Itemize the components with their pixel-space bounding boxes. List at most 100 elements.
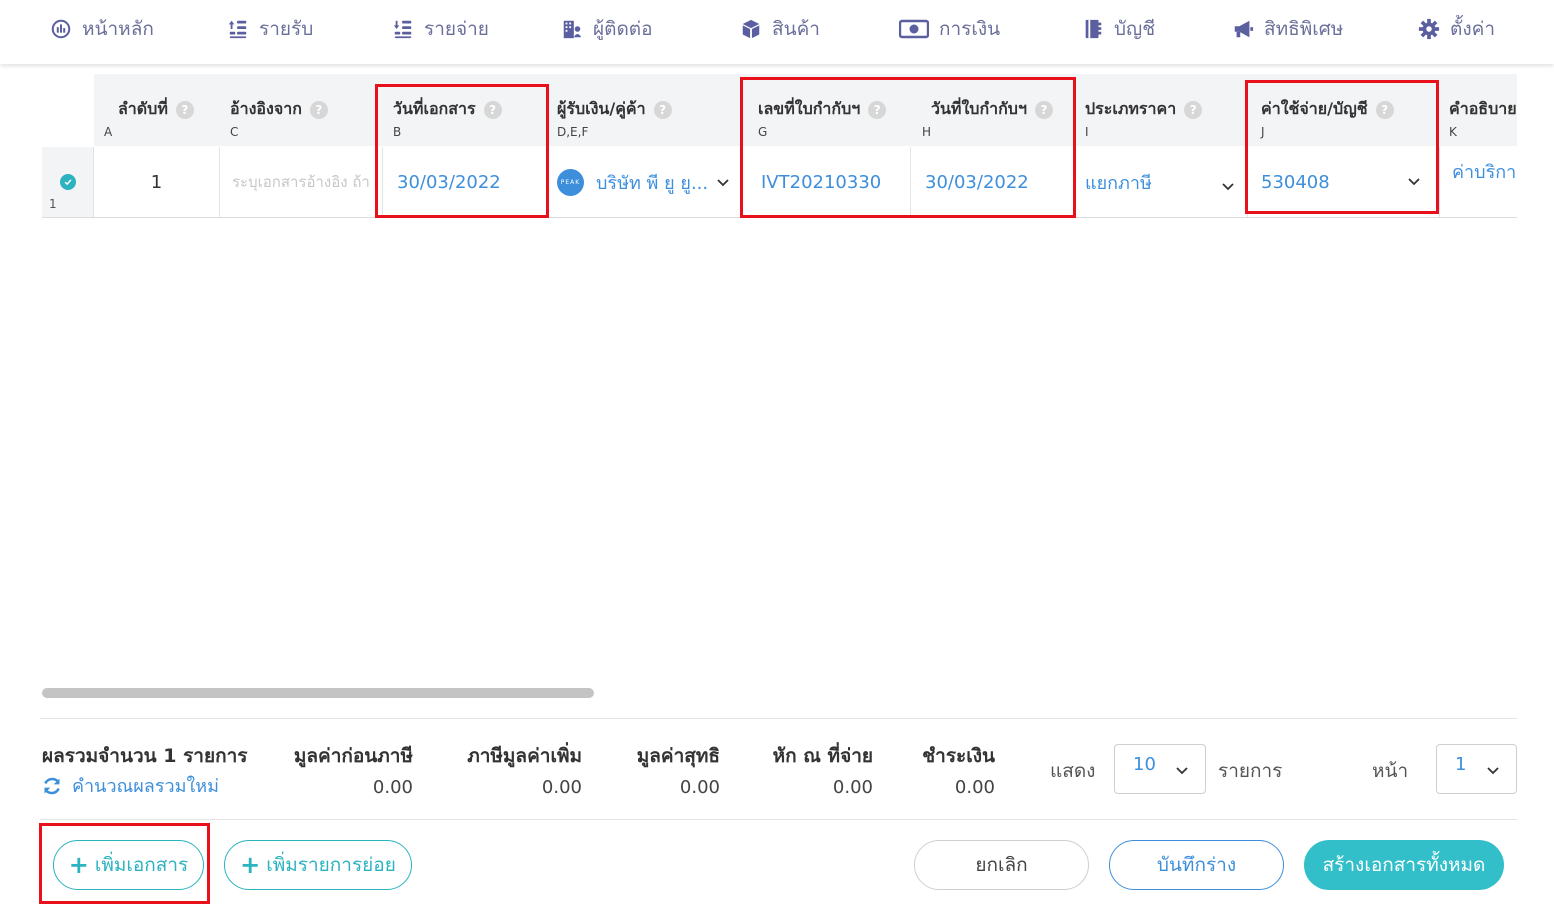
highlight-doc-date [375, 84, 549, 218]
add-document-label: เพิ่มเอกสาร [94, 854, 189, 876]
nav-item-contacts[interactable]: ผู้ติดต่อ [561, 14, 653, 44]
summary-before-tax: มูลค่าก่อนภาษี 0.00 [280, 741, 413, 798]
peak-logo: PEAK [557, 168, 584, 196]
page-select[interactable]: 1 [1436, 744, 1517, 794]
col-letter: I [1085, 125, 1089, 139]
help-icon[interactable]: ? [653, 100, 672, 119]
summary-title: ผลรวมจำนวน 1 รายการ [42, 745, 248, 767]
add-document-button[interactable]: + เพิ่มเอกสาร [53, 840, 204, 890]
row-number: 1 [49, 197, 57, 211]
summary-col-title: หัก ณ ที่จ่าย [772, 745, 873, 767]
summary-col-value: 0.00 [372, 777, 413, 798]
plus-icon: + [240, 851, 261, 879]
summary-col-value: 0.00 [679, 777, 720, 798]
create-all-documents-button[interactable]: สร้างเอกสารทั้งหมด [1304, 840, 1504, 890]
highlight-account [1245, 80, 1439, 214]
summary-vat: ภาษีมูลค่าเพิ่ม 0.00 [448, 741, 582, 798]
help-icon[interactable]: ? [309, 100, 328, 119]
check-circle-icon [60, 174, 76, 190]
expense-icon [392, 18, 414, 40]
nav-label: หน้าหลัก [82, 18, 154, 40]
col-header-payee: ผู้รับเงิน/คู่ค้า? [557, 97, 672, 122]
col-header-description: คำอธิบาย [1449, 99, 1517, 118]
chevron-down-icon [1487, 767, 1499, 775]
recalculate-link[interactable]: คำนวณผลรวมใหม่ [42, 771, 219, 800]
cancel-button[interactable]: ยกเลิก [914, 840, 1089, 890]
summary-col-title: ชำระเงิน [922, 745, 995, 767]
gear-icon [1418, 18, 1440, 40]
help-icon[interactable]: ? [1184, 100, 1203, 119]
plus-icon: + [68, 851, 89, 879]
nav-item-home[interactable]: หน้าหลัก [50, 14, 154, 44]
page-size-select[interactable]: 10 [1114, 744, 1206, 794]
refresh-icon [44, 777, 60, 794]
col-letter: D,E,F [557, 125, 589, 139]
show-label: แสดง [1050, 760, 1096, 782]
nav-item-finance[interactable]: การเงิน [899, 14, 1000, 44]
nav-label: สินค้า [772, 18, 820, 40]
nav-label: สิทธิพิเศษ [1264, 18, 1344, 40]
nav-item-settings[interactable]: ตั้งค่า [1418, 14, 1495, 44]
nav-label: รายจ่าย [424, 18, 489, 40]
add-subitem-label: เพิ่มรายการย่อย [266, 854, 396, 876]
page-size-value: 10 [1133, 754, 1156, 775]
cell-description[interactable]: ค่าบริการ [1452, 147, 1517, 217]
summary-col-value: 0.00 [954, 777, 995, 798]
highlight-invoice [740, 77, 1076, 218]
product-box-icon [740, 18, 762, 40]
summary-col-title: มูลค่าสุทธิ [636, 745, 720, 767]
cell-price-type[interactable]: แยกภาษี [1085, 147, 1235, 217]
recalc-label: คำนวณผลรวมใหม่ [72, 776, 219, 797]
page-value: 1 [1455, 754, 1467, 775]
contacts-icon [561, 18, 583, 40]
megaphone-icon [1232, 18, 1254, 40]
nav-item-privileges[interactable]: สิทธิพิเศษ [1232, 14, 1343, 44]
nav-label: ผู้ติดต่อ [593, 18, 653, 40]
page-label: หน้า [1372, 760, 1409, 782]
nav-item-income[interactable]: รายรับ [227, 14, 313, 44]
summary-withholding: หัก ณ ที่จ่าย 0.00 [752, 741, 873, 798]
col-header-price-type: ประเภทราคา? [1085, 97, 1203, 122]
nav-item-accounting[interactable]: บัญชี [1082, 14, 1155, 44]
horizontal-scrollbar[interactable] [42, 688, 594, 698]
col-header-reference: อ้างอิงจาก? [230, 97, 328, 122]
summary-col-title: มูลค่าก่อนภาษี [293, 745, 413, 767]
summary-col-value: 0.00 [832, 777, 873, 798]
save-draft-button[interactable]: บันทึกร่าง [1109, 840, 1284, 890]
summary-col-value: 0.00 [541, 777, 582, 798]
summary-payment: ชำระเงิน 0.00 [900, 741, 995, 798]
nav-item-products[interactable]: สินค้า [740, 14, 820, 44]
chevron-down-icon[interactable] [1221, 179, 1235, 193]
chevron-down-icon [717, 179, 729, 187]
top-navigation: หน้าหลัก รายรับ รายจ่าย ผู้ติดต่อ สินค้า… [0, 0, 1554, 64]
nav-label: ตั้งค่า [1450, 18, 1495, 40]
col-header-sequence: ลำดับที่? [118, 97, 194, 122]
summary-col-title: ภาษีมูลค่าเพิ่ม [467, 745, 582, 767]
cell-divider [1439, 147, 1440, 217]
nav-label: บัญชี [1114, 18, 1156, 40]
cell-divider [219, 147, 220, 217]
money-icon [899, 18, 929, 40]
nav-label: รายรับ [259, 18, 314, 40]
income-icon [227, 18, 249, 40]
nav-item-expense[interactable]: รายจ่าย [392, 14, 489, 44]
divider [40, 718, 1517, 719]
cell-reference[interactable]: ระบุเอกสารอ้างอิง ถ้ามี [232, 147, 370, 217]
help-icon[interactable]: ? [175, 100, 194, 119]
chevron-down-icon [1176, 767, 1188, 775]
cell-sequence[interactable]: 1 [94, 147, 219, 217]
col-letter: K [1449, 125, 1457, 139]
price-type-value: แยกภาษี [1085, 172, 1152, 194]
divider [40, 819, 1517, 820]
items-label: รายการ [1218, 760, 1283, 782]
add-subitem-button[interactable]: + เพิ่มรายการย่อย [224, 840, 412, 890]
col-letter: A [104, 125, 113, 139]
payee-name: บริษัท พี ยู ยู... [596, 172, 709, 194]
col-letter: C [230, 125, 239, 139]
cell-payee[interactable]: PEAK บริษัท พี ยู ยู... [557, 147, 737, 217]
nav-label: การเงิน [939, 18, 1001, 40]
dashboard-icon [50, 18, 72, 40]
row-selector[interactable]: 1 [42, 147, 94, 218]
ledger-book-icon [1082, 18, 1104, 40]
summary-net: มูลค่าสุทธิ 0.00 [616, 741, 720, 798]
